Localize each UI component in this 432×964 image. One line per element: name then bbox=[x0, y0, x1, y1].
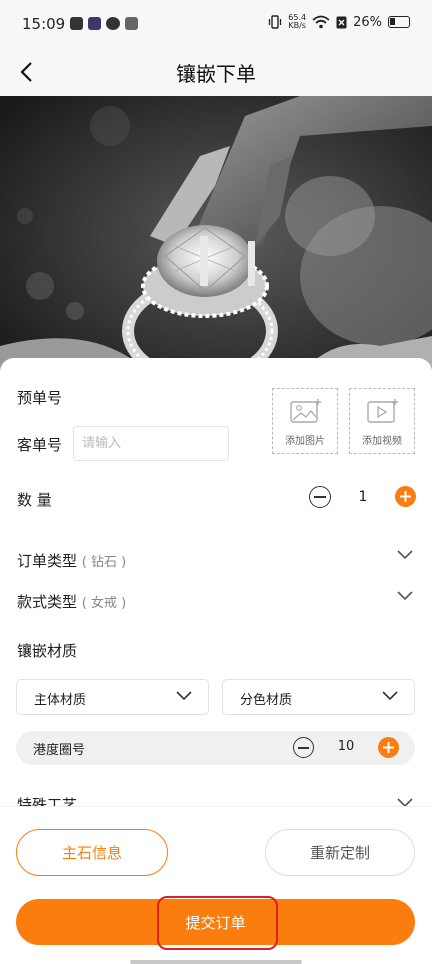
style-type-label: 款式类型 ( 女戒 ) bbox=[17, 593, 127, 611]
ring-size-decrease-button[interactable] bbox=[293, 737, 314, 758]
battery-percent: 26% bbox=[353, 14, 382, 30]
more-icon bbox=[125, 17, 138, 30]
chevron-down-icon bbox=[382, 691, 398, 701]
add-image-label: 添加图片 bbox=[285, 436, 325, 447]
inlay-material-label: 镶嵌材质 bbox=[17, 642, 78, 660]
ring-size-increase-button[interactable] bbox=[378, 737, 399, 758]
wechat-icon bbox=[106, 17, 120, 30]
nav-bar: 镶嵌下单 bbox=[0, 50, 432, 96]
order-form-sheet: 预单号 客单号 添加图片 添加视频 数 量 1 订单类型 ( 钻石 ) 款式类型… bbox=[0, 358, 432, 808]
quantity-decrease-button[interactable] bbox=[309, 486, 331, 508]
quantity-increase-button[interactable] bbox=[395, 486, 416, 507]
quantity-label: 数 量 bbox=[17, 491, 52, 509]
hero-banner-image bbox=[0, 96, 432, 376]
wifi-icon bbox=[312, 15, 330, 29]
style-type-value: ( 女戒 ) bbox=[81, 596, 127, 611]
customer-order-field[interactable] bbox=[73, 426, 229, 461]
main-material-select[interactable]: 主体材质 bbox=[16, 679, 209, 715]
status-bar: 15:09 65.4 KB/s 26% bbox=[0, 0, 432, 50]
page-title: 镶嵌下单 bbox=[176, 62, 256, 86]
battery-icon bbox=[388, 16, 410, 28]
chevron-down-icon bbox=[397, 550, 413, 560]
split-material-select[interactable]: 分色材质 bbox=[222, 679, 415, 715]
bottom-action-bar: 主石信息 重新定制 提交订单 bbox=[0, 806, 432, 964]
plus-icon bbox=[383, 742, 394, 753]
main-material-label: 主体材质 bbox=[34, 693, 87, 708]
chevron-down-icon bbox=[176, 691, 192, 701]
submit-order-button[interactable]: 提交订单 bbox=[16, 899, 415, 945]
minus-icon bbox=[314, 496, 326, 498]
add-image-icon bbox=[290, 399, 321, 423]
ring-size-label: 港度圈号 bbox=[33, 743, 86, 758]
status-time: 15:09 bbox=[22, 15, 66, 33]
add-video-icon bbox=[367, 399, 398, 423]
customer-order-input[interactable] bbox=[74, 427, 228, 460]
pre-order-label: 预单号 bbox=[17, 389, 63, 407]
ring-size-row: 港度圈号 10 bbox=[16, 731, 415, 765]
status-app-icons bbox=[70, 17, 138, 30]
add-video-label: 添加视频 bbox=[362, 436, 402, 447]
mail-icon bbox=[70, 17, 83, 30]
plus-icon bbox=[400, 491, 411, 502]
minus-icon bbox=[298, 746, 309, 749]
ring-photo-illustration bbox=[0, 96, 432, 376]
video-app-icon bbox=[88, 17, 101, 30]
order-type-value: ( 钻石 ) bbox=[81, 555, 127, 570]
add-image-button[interactable]: 添加图片 bbox=[272, 388, 338, 454]
quantity-value: 1 bbox=[358, 489, 368, 505]
ring-size-value: 10 bbox=[337, 739, 355, 754]
order-type-label: 订单类型 ( 钻石 ) bbox=[17, 552, 127, 570]
split-material-label: 分色材质 bbox=[240, 693, 293, 708]
add-video-button[interactable]: 添加视频 bbox=[349, 388, 415, 454]
status-indicators: 65.4 KB/s 26% bbox=[268, 14, 410, 30]
home-indicator[interactable] bbox=[130, 960, 302, 964]
network-speed: 65.4 KB/s bbox=[288, 13, 307, 30]
customer-order-label: 客单号 bbox=[17, 436, 63, 454]
main-stone-info-button[interactable]: 主石信息 bbox=[16, 829, 168, 876]
sim-off-icon bbox=[336, 16, 347, 28]
recustomize-button[interactable]: 重新定制 bbox=[265, 829, 415, 876]
vibrate-icon bbox=[269, 15, 282, 29]
chevron-down-icon bbox=[397, 591, 413, 601]
